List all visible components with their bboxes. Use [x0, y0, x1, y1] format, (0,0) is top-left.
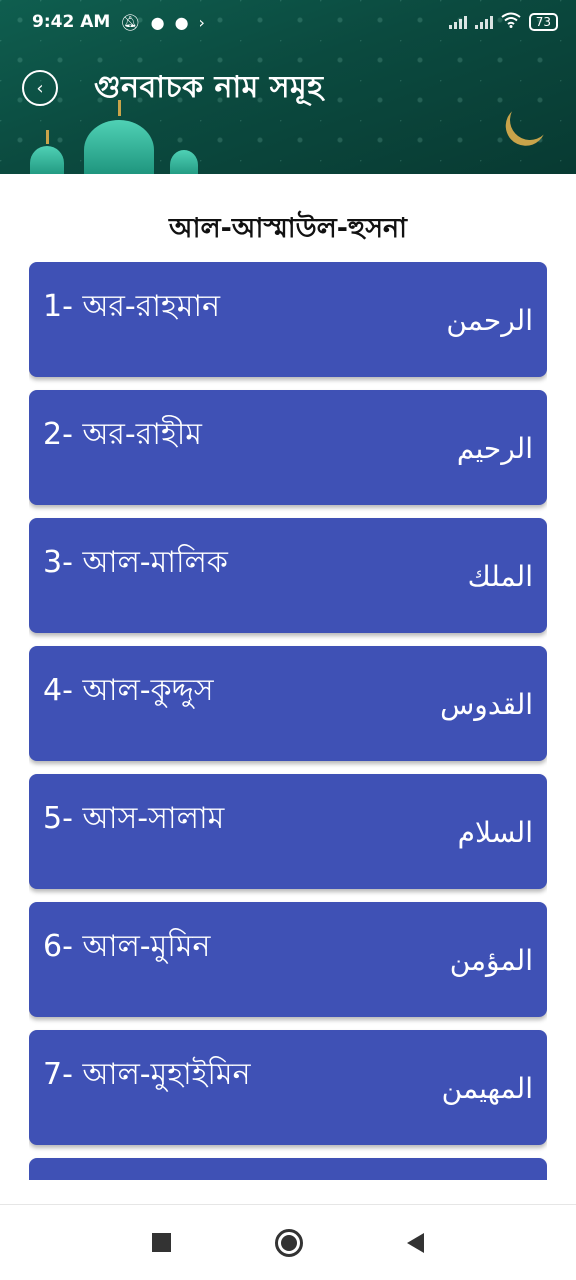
back-triangle-icon[interactable]	[407, 1232, 424, 1253]
status-right-icons: 73	[448, 12, 558, 33]
names-list[interactable]: 1- অর-রাহমান الرحمن 2- অর-রাহীম الرحيم 3…	[29, 262, 547, 1180]
chevron-left-icon: ‹	[36, 77, 44, 99]
status-time: 9:42 AM	[32, 12, 111, 32]
name-card[interactable]: 7- আল-মুহাইমিন المهيمن	[29, 1030, 547, 1145]
name-card[interactable]: 5- আস-সালাম السلام	[29, 774, 547, 889]
name-bangla: 4- আল-কুদ্দুস	[43, 673, 214, 708]
mosque-dome-right	[170, 150, 198, 174]
section-subtitle: আল-আস্মাউল-হুসনা	[169, 213, 407, 244]
battery-icon: 73	[528, 13, 558, 31]
name-card[interactable]	[29, 1158, 547, 1180]
wifi-icon	[501, 12, 521, 33]
name-arabic: الرحمن	[446, 304, 533, 337]
name-bangla: 5- আস-সালাম	[43, 801, 225, 836]
name-card[interactable]: 2- অর-রাহীম الرحيم	[29, 390, 547, 505]
name-bangla: 2- অর-রাহীম	[43, 417, 202, 452]
signal-2-icon	[474, 15, 493, 29]
recents-square-icon[interactable]	[152, 1233, 171, 1252]
status-bar: 9:42 AM 🔕︎ ● ● › 73	[0, 0, 576, 44]
name-arabic: المؤمن	[449, 944, 533, 977]
bell-off-icon: 🔕︎	[120, 12, 141, 32]
name-card[interactable]: 4- আল-কুদ্দুস القدوس	[29, 646, 547, 761]
mosque-spire	[46, 130, 49, 144]
messenger-icon: ●	[150, 12, 165, 32]
name-bangla: 6- আল-মুমিন	[43, 929, 211, 964]
name-arabic: القدوس	[440, 688, 533, 721]
name-card[interactable]: 3- আল-মালিক الملك	[29, 518, 547, 633]
page-title: গুনবাচক নাম সমূহ	[94, 69, 324, 105]
arrow-icon: ›	[198, 12, 205, 32]
system-nav-bar	[0, 1204, 576, 1280]
name-bangla: 3- আল-মালিক	[43, 545, 228, 580]
mosque-dome-small	[30, 146, 64, 174]
name-arabic: الملك	[467, 560, 533, 593]
name-bangla: 7- আল-মুহাইমিন	[43, 1057, 251, 1092]
home-circle-icon[interactable]	[275, 1228, 303, 1257]
name-arabic: السلام	[457, 816, 533, 849]
header-banner: 9:42 AM 🔕︎ ● ● › 73 ‹ গুনবাচক নাম সমূহ	[0, 0, 576, 174]
signal-1-icon	[448, 15, 467, 29]
back-button[interactable]: ‹	[22, 70, 58, 106]
name-card[interactable]: 1- অর-রাহমান الرحمن	[29, 262, 547, 377]
mosque-dome-large	[84, 120, 154, 174]
toolbar: ‹ গুনবাচক নাম সমূহ	[0, 60, 576, 116]
name-bangla: 1- অর-রাহমান	[43, 289, 220, 324]
name-arabic: الرحيم	[456, 432, 533, 465]
name-arabic: المهيمن	[441, 1072, 533, 1105]
name-card[interactable]: 6- আল-মুমিন المؤمن	[29, 902, 547, 1017]
chat-icon: ●	[174, 12, 189, 32]
status-left-icons: 🔕︎ ● ● ›	[120, 13, 205, 32]
